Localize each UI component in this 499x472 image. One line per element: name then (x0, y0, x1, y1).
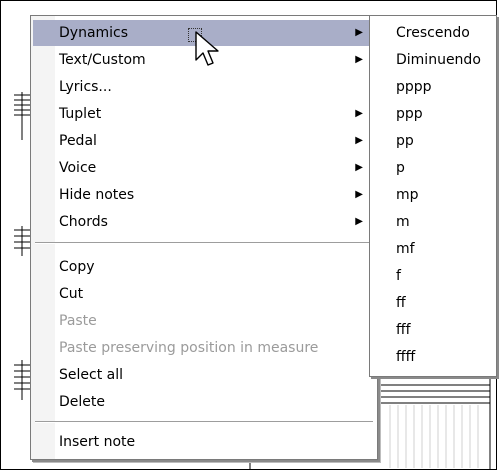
menu-item-chords[interactable]: Chords ▶ (33, 209, 375, 235)
menu-item-label: Pedal (59, 133, 97, 149)
menu-item-label: Dynamics (59, 25, 129, 41)
context-menu: Dynamics ▶ Text/Custom ▶ Lyrics... Tuple… (30, 15, 378, 460)
submenu-item-ppp[interactable]: ppp (370, 101, 496, 127)
submenu-item-diminuendo[interactable]: Diminuendo (370, 47, 496, 73)
menu-item-paste-preserving-position[interactable]: Paste preserving position in measure (33, 335, 375, 361)
submenu-item-p[interactable]: p (370, 155, 496, 181)
menu-item-cut[interactable]: Cut (33, 281, 375, 307)
submenu-item-fff[interactable]: fff (370, 317, 496, 343)
submenu-arrow-icon: ▶ (355, 108, 363, 119)
menu-item-insert-note[interactable]: Insert note (33, 429, 375, 455)
menu-item-label: Tuplet (59, 106, 102, 122)
menu-item-lyrics[interactable]: Lyrics... (33, 74, 375, 100)
submenu-item-f[interactable]: f (370, 263, 496, 289)
submenu-item-pp[interactable]: pp (370, 128, 496, 154)
submenu-item-mp[interactable]: mp (370, 182, 496, 208)
menu-item-delete[interactable]: Delete (33, 389, 375, 415)
submenu-arrow-icon: ▶ (355, 216, 363, 227)
arrow-pointer-icon (195, 31, 219, 66)
submenu-arrow-icon: ▶ (355, 189, 363, 200)
menu-item-label: Text/Custom (59, 52, 146, 68)
menu-item-label: Paste preserving position in measure (59, 340, 319, 356)
menu-item-label: Hide notes (59, 187, 135, 203)
menu-item-paste[interactable]: Paste (33, 308, 375, 334)
menu-item-label: Select all (59, 367, 123, 383)
menu-item-label: Paste (59, 313, 97, 329)
submenu-item-ff[interactable]: ff (370, 290, 496, 316)
submenu-arrow-icon: ▶ (355, 135, 363, 146)
menu-item-voice[interactable]: Voice ▶ (33, 155, 375, 181)
menu-separator (35, 242, 373, 244)
submenu-item-ffff[interactable]: ffff (370, 344, 496, 370)
menu-item-label: Voice (59, 160, 97, 176)
menu-item-select-all[interactable]: Select all (33, 362, 375, 388)
submenu-arrow-icon: ▶ (355, 162, 363, 173)
submenu-item-m[interactable]: m (370, 209, 496, 235)
submenu-item-mf[interactable]: mf (370, 236, 496, 262)
submenu-item-crescendo[interactable]: Crescendo (370, 20, 496, 46)
menu-item-tuplet[interactable]: Tuplet ▶ (33, 101, 375, 127)
menu-separator (35, 421, 373, 423)
submenu-item-pppp[interactable]: pppp (370, 74, 496, 100)
menu-item-label: Insert note (59, 434, 136, 450)
submenu-arrow-icon: ▶ (355, 27, 363, 38)
menu-item-copy[interactable]: Copy (33, 254, 375, 280)
menu-item-pedal[interactable]: Pedal ▶ (33, 128, 375, 154)
menu-item-label: Lyrics... (59, 79, 112, 95)
menu-item-label: Chords (59, 214, 108, 230)
menu-item-label: Delete (59, 394, 105, 410)
menu-item-label: Cut (59, 286, 84, 302)
menu-item-hide-notes[interactable]: Hide notes ▶ (33, 182, 375, 208)
menu-item-label: Copy (59, 259, 95, 275)
dynamics-submenu: Crescendo Diminuendo pppp ppp pp p mp m … (369, 15, 497, 377)
submenu-arrow-icon: ▶ (355, 54, 363, 65)
